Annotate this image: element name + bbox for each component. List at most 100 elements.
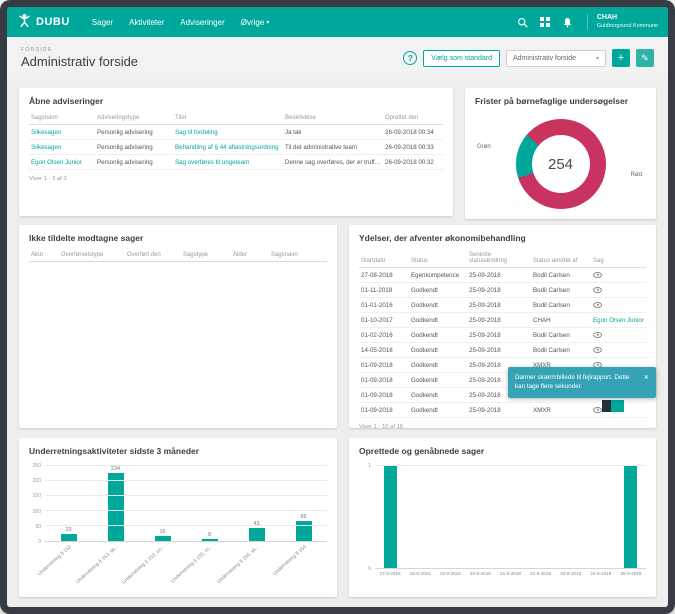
bar (155, 536, 171, 541)
table-row[interactable]: Egon Olsen Junior Personlig adviseringSag… (29, 155, 443, 170)
column-header: Beskrivelse (283, 112, 383, 125)
column-header: Overførselstype (59, 249, 125, 262)
brand-name: DUBU (36, 16, 70, 28)
dubu-logo[interactable]: DUBU (17, 13, 70, 31)
table-cell: 25-09-2018 (467, 298, 531, 313)
donut-total: 254 (532, 135, 590, 193)
table-cell: 01-11-2018 (359, 283, 409, 298)
case-link[interactable]: Sag overføres til ungeteam (175, 159, 249, 166)
case-link[interactable]: Silkesagen (31, 129, 61, 136)
y-axis-label: 100 (33, 509, 41, 515)
panel-title: Ydelser, der afventer økonomibehandling (349, 225, 656, 249)
y-axis-label: 200 (33, 478, 41, 484)
search-button[interactable] (517, 17, 528, 28)
table-cell: Bodil Carlsen (531, 328, 591, 343)
table-row[interactable]: 14-05-2018Godkendt25-09-2018Bodil Carlse… (359, 343, 646, 358)
nav-item-aktiviteter[interactable]: Aktiviteter (129, 18, 164, 27)
view-case-icon[interactable] (593, 332, 602, 338)
set-default-button[interactable]: Vælg som standard (423, 50, 500, 67)
table-cell (591, 268, 646, 283)
panel-frister: Frister på børnefaglige undersøgelser Gr… (465, 88, 656, 219)
table-cell: 25-09-2018 (467, 268, 531, 283)
bar-slot: 24-9-2018 (586, 466, 616, 568)
user-menu[interactable]: CHAH Guldborgsund Kommune (587, 14, 658, 30)
dashboard-select[interactable]: Administrativ forside ▾ (506, 50, 606, 67)
view-case-icon[interactable] (593, 347, 602, 353)
x-axis-label: 22-9-2018 (530, 571, 551, 576)
table-cell: Personlig advisering (95, 140, 173, 155)
bell-icon (562, 17, 573, 28)
app-window: DUBU Sager Aktiviteter Adviseringer Øvri… (7, 7, 668, 607)
panel-ikke-tildelte-sager: Ikke tildelte modtagne sager AkutOverfør… (19, 225, 337, 428)
table-cell (591, 298, 646, 313)
view-case-icon[interactable] (593, 287, 602, 293)
y-axis-label: 250 (33, 463, 41, 469)
bar-slot: 16Underretning § 153, un... (139, 466, 186, 541)
bar-value-label: 23 (65, 527, 71, 533)
help-button[interactable]: ? (403, 51, 417, 65)
bar-value-label: 16 (159, 529, 165, 535)
x-axis-label: Underretning § 154 (272, 544, 308, 577)
bar (624, 466, 637, 568)
case-link[interactable]: Sag til fordeling (175, 129, 218, 136)
y-axis-label: 50 (35, 524, 41, 530)
nav-item-adviseringer[interactable]: Adviseringer (180, 18, 224, 27)
table-cell: Godkendt (409, 403, 467, 418)
edit-dashboard-button[interactable]: ✎ (636, 49, 654, 67)
toast-notification: Danner skærmbillede til fejlrapport. Det… (508, 367, 656, 398)
x-axis-label: Underretning § 153, un... (121, 544, 166, 585)
panel-title: Ikke tildelte modtagne sager (19, 225, 337, 249)
view-case-icon[interactable] (593, 407, 602, 413)
mini-progress-indicator (602, 400, 624, 412)
dashboard-select-value: Administrativ forside (513, 55, 576, 62)
case-link[interactable]: Behandling af § 44 aflastningsordning (175, 144, 279, 151)
case-link[interactable]: Silkesagen (31, 144, 61, 151)
table-row[interactable]: 01-11-2018Godkendt25-09-2018Bodil Carlse… (359, 283, 646, 298)
table-cell: Silkesagen (29, 140, 95, 155)
panel-title: Åbne adviseringer (19, 88, 453, 112)
column-header: Startdato (359, 249, 409, 268)
table-row[interactable]: 01-10-2017Godkendt25-09-2018CHAHEgon Ols… (359, 313, 646, 328)
table-cell: 25-09-2018 (467, 328, 531, 343)
table-cell: Bodil Carlsen (531, 343, 591, 358)
view-case-icon[interactable] (593, 302, 602, 308)
table-row[interactable]: Silkesagen Personlig adviseringBehandling… (29, 140, 443, 155)
table-cell: Silkesagen (29, 125, 95, 140)
table-cell: Egon Olsen Junior (29, 155, 95, 170)
x-axis-label: 19-9-2018 (440, 571, 461, 576)
table-cell: Til det administrative team (283, 140, 383, 155)
table-row[interactable]: 27-08-2018Egenkompetence25-09-2018Bodil … (359, 268, 646, 283)
table-cell (591, 283, 646, 298)
table-cell: 01-10-2017 (359, 313, 409, 328)
nav-item-sager[interactable]: Sager (92, 18, 113, 27)
column-header: Status (409, 249, 467, 268)
panel-underretningsaktiviteter: Underretningsaktiviteter sidste 3 månede… (19, 438, 337, 597)
pagination-info: Viser 1 - 3 af 3 (19, 170, 453, 188)
add-dashboard-button[interactable]: + (612, 49, 630, 67)
nav-item-ovrige[interactable]: Øvrige ▾ (241, 18, 270, 27)
case-link[interactable]: Egon Olsen Junior (31, 159, 82, 166)
underretninger-bar-chart: 050100150200250 23Underretning § 152234U… (19, 466, 337, 542)
frister-donut-wrap: Grøn Rød 254 (465, 112, 656, 216)
notifications-button[interactable] (562, 17, 573, 28)
column-header: Sagstype (181, 249, 231, 262)
table-row[interactable]: 01-01-2016Godkendt25-09-2018Bodil Carlse… (359, 298, 646, 313)
y-axis-label: 0 (38, 539, 41, 545)
view-case-icon[interactable] (593, 272, 602, 278)
column-header: Oprettet den (383, 112, 443, 125)
toast-close-button[interactable]: × (644, 373, 649, 392)
panel-title: Underretningsaktiviteter sidste 3 månede… (19, 438, 337, 462)
bar-slot: 20-9-2018 (465, 466, 495, 568)
table-row[interactable]: 01-02-2016Godkendt25-09-2018Bodil Carlse… (359, 328, 646, 343)
breadcrumb: FORSIDE (21, 47, 138, 53)
bar-slot: 18-9-2018 (405, 466, 435, 568)
bar-slot: 22-9-2018 (526, 466, 556, 568)
apps-grid-button[interactable] (540, 17, 550, 27)
bar (202, 539, 218, 541)
table-cell: Personlig advisering (95, 155, 173, 170)
y-axis: 01 (359, 466, 375, 569)
case-link[interactable]: Egon Olsen Junior (593, 317, 644, 324)
table-cell: Ja tak (283, 125, 383, 140)
table-row[interactable]: SilkesagenPersonlig adviseringSag til fo… (29, 125, 443, 140)
pagination-info: Viser 1 - 10 af 16 (349, 418, 656, 436)
